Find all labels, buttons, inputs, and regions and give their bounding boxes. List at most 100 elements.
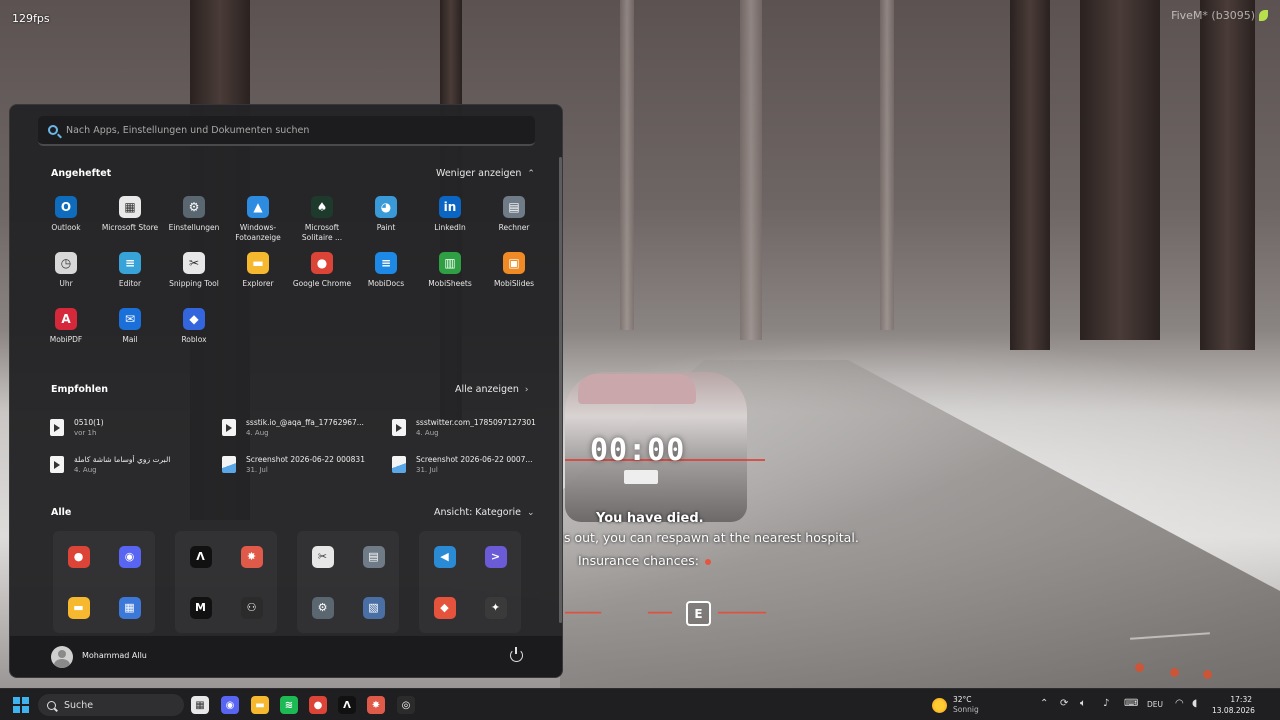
pinned-app[interactable]: in LinkedIn bbox=[418, 191, 482, 247]
start-search-input[interactable] bbox=[66, 124, 506, 136]
pinned-app[interactable]: ✉ Mail bbox=[98, 303, 162, 359]
pinned-app-label: Uhr bbox=[59, 279, 73, 288]
avatar[interactable] bbox=[51, 646, 73, 668]
alpha-icon[interactable]: Λ bbox=[338, 696, 356, 714]
app-category-folder[interactable]: ◀ > ◆ ✦ bbox=[419, 531, 521, 633]
pinned-app[interactable]: ▤ Rechner bbox=[482, 191, 546, 247]
keyboard-icon[interactable]: ⌨ bbox=[1124, 698, 1138, 709]
mobipdf-icon: A bbox=[55, 308, 77, 330]
minimap bbox=[1120, 630, 1260, 685]
shapes-icon: ✦ bbox=[484, 596, 507, 619]
recommended-item[interactable]: ssstik.io_@aqa_ffa_17762967... 4. Aug bbox=[222, 409, 392, 446]
mobisheets-icon: ▥ bbox=[439, 252, 461, 274]
folder-icon[interactable]: ▬ bbox=[251, 696, 269, 714]
show-less-button[interactable]: Weniger anzeigen ⌃ bbox=[436, 168, 535, 179]
pinned-app[interactable]: A MobiPDF bbox=[34, 303, 98, 359]
video-file-icon bbox=[50, 419, 64, 436]
pinned-app[interactable]: ◷ Uhr bbox=[34, 247, 98, 303]
search-icon bbox=[48, 125, 58, 135]
calculator-icon: ▤ bbox=[362, 545, 385, 568]
weather-temp: 32°C bbox=[953, 695, 972, 704]
recommended-item[interactable]: 0510(1) vor 1h bbox=[50, 409, 222, 446]
pinned-app-label: MobiSheets bbox=[428, 279, 472, 288]
hud-hint-right: ━━━━━━━━ bbox=[718, 608, 767, 619]
chrome-icon: ● bbox=[67, 545, 90, 568]
respawn-key: E bbox=[686, 601, 711, 626]
chevron-up-icon[interactable]: ⌃ bbox=[1040, 698, 1048, 709]
sync-icon[interactable]: ⟳ bbox=[1060, 698, 1068, 709]
app-category-folder[interactable]: ● ◉ ▬ ▦ bbox=[53, 531, 155, 633]
pinned-app[interactable]: ≡ Editor bbox=[98, 247, 162, 303]
recommended-item[interactable]: البرت زوي أوساما شاشة كاملة 4. Aug bbox=[50, 446, 222, 483]
show-all-button[interactable]: Alle anzeigen › bbox=[455, 384, 528, 395]
spotify-icon[interactable]: ≋ bbox=[280, 696, 298, 714]
outlook-icon: O bbox=[55, 196, 77, 218]
roblox-icon: ◆ bbox=[183, 308, 205, 330]
pinned-app-label: MobiSlides bbox=[493, 279, 535, 288]
recommended-title: Empfohlen bbox=[51, 384, 109, 395]
pinned-app[interactable]: ▣ MobiSlides bbox=[482, 247, 546, 303]
pinned-app[interactable]: ◆ Roblox bbox=[162, 303, 226, 359]
chrome-icon[interactable]: ● bbox=[309, 696, 327, 714]
pinned-app-label: Microsoft Store bbox=[101, 223, 159, 232]
pinned-app[interactable]: ⚙ Einstellungen bbox=[162, 191, 226, 247]
app-category-folder[interactable]: Λ ✸ M ⚇ bbox=[175, 531, 277, 633]
pinned-app[interactable]: ▬ Explorer bbox=[226, 247, 290, 303]
pinned-app-label: Rechner bbox=[498, 223, 530, 232]
car-plate bbox=[624, 470, 658, 484]
folder-icon: ▬ bbox=[247, 252, 269, 274]
clock[interactable]: 17:32 13.08.2026 bbox=[1212, 694, 1255, 716]
weather-widget[interactable]: 32°C Sonnig bbox=[932, 695, 979, 715]
pinned-app[interactable]: ▥ MobiSheets bbox=[418, 247, 482, 303]
pinned-app[interactable]: ◕ Paint bbox=[354, 191, 418, 247]
sun-icon bbox=[932, 697, 947, 713]
recommended-item[interactable]: ssstwitter.com_1785097127301 4. Aug bbox=[392, 409, 552, 446]
fivem-leaf-icon bbox=[1259, 10, 1268, 21]
show-all-label: Alle anzeigen bbox=[455, 384, 519, 395]
weather-desc: Sonnig bbox=[953, 705, 979, 714]
tree bbox=[620, 0, 634, 330]
language-indicator[interactable]: DEU bbox=[1147, 700, 1163, 709]
notepad-icon: ≡ bbox=[119, 252, 141, 274]
start-scrollbar[interactable] bbox=[559, 157, 562, 623]
gear-icon: ⚙ bbox=[183, 196, 205, 218]
app-category-folder[interactable]: ✂ ▤ ⚙ ▧ bbox=[297, 531, 399, 633]
minimap-pin bbox=[1135, 663, 1144, 672]
recommended-item[interactable]: Screenshot 2026-06-22 000831 31. Jul bbox=[222, 446, 392, 483]
volume-icon[interactable]: 🔈︎ bbox=[1080, 698, 1086, 709]
pinned-app-label: Einstellungen bbox=[168, 223, 220, 232]
video-file-icon bbox=[392, 419, 406, 436]
store-icon[interactable]: ▦ bbox=[191, 696, 209, 714]
discord-icon: ◉ bbox=[118, 545, 141, 568]
pinned-app-label: Editor bbox=[118, 279, 142, 288]
discord-icon[interactable]: ◉ bbox=[221, 696, 239, 714]
pinned-app[interactable]: ▦ Microsoft Store bbox=[98, 191, 162, 247]
user-name[interactable]: Mohammad Allu bbox=[82, 651, 147, 660]
pinned-app[interactable]: ✂ Snipping Tool bbox=[162, 247, 226, 303]
spark-icon[interactable]: ✸ bbox=[367, 696, 385, 714]
scissors-icon: ✂ bbox=[183, 252, 205, 274]
tools-icon: ▧ bbox=[362, 596, 385, 619]
pinned-app[interactable]: ▲ Windows-Fotoanzeige bbox=[226, 191, 290, 247]
pinned-app[interactable]: ♠ Microsoft Solitaire ... bbox=[290, 191, 354, 247]
spark-icon: ✸ bbox=[240, 545, 263, 568]
hud-hint-left: ━━━━━━ bbox=[565, 608, 602, 619]
photos-icon: ▲ bbox=[247, 196, 269, 218]
pinned-app[interactable]: ● Google Chrome bbox=[290, 247, 354, 303]
windows-start-icon[interactable] bbox=[13, 697, 29, 713]
tree bbox=[880, 0, 894, 330]
pinned-app[interactable]: ≡ MobiDocs bbox=[354, 247, 418, 303]
paint-icon: ◕ bbox=[375, 196, 397, 218]
fivem-icon[interactable]: ◎ bbox=[397, 696, 415, 714]
recommended-item-meta: 4. Aug bbox=[416, 429, 439, 437]
pinned-app-label: Explorer bbox=[242, 279, 274, 288]
speaker-icon[interactable]: ◖ bbox=[1192, 698, 1197, 709]
microphone-icon[interactable]: ♪ bbox=[1103, 698, 1109, 709]
wifi-icon[interactable]: ◠ bbox=[1175, 698, 1184, 709]
view-category-button[interactable]: Ansicht: Kategorie ⌄ bbox=[434, 507, 535, 518]
taskbar-search[interactable]: Suche bbox=[38, 694, 184, 716]
start-search-box[interactable] bbox=[38, 116, 535, 146]
power-icon[interactable] bbox=[510, 647, 523, 662]
recommended-item[interactable]: Screenshot 2026-06-22 0007... 31. Jul bbox=[392, 446, 552, 483]
pinned-app[interactable]: O Outlook bbox=[34, 191, 98, 247]
